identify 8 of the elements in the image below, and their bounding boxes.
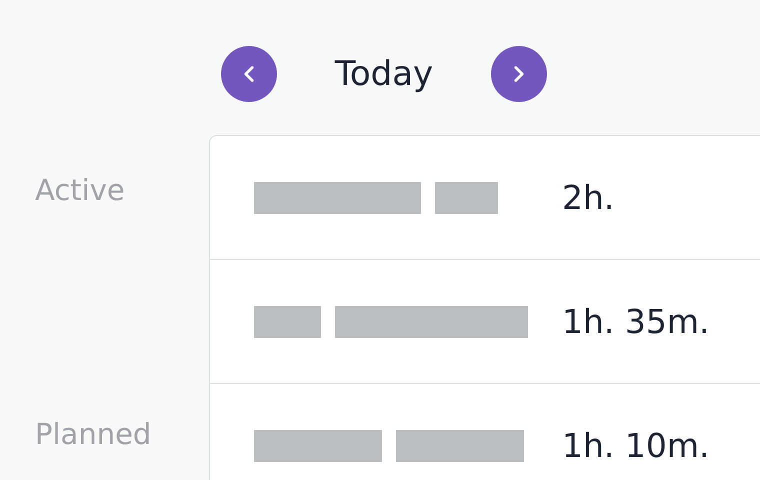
duration-text: 1h. 35m. <box>562 302 710 341</box>
section-label: Planned <box>35 417 152 451</box>
duration-text: 1h. 10m. <box>562 426 710 465</box>
section-label: Active <box>35 173 125 207</box>
date-title: Today <box>334 54 434 94</box>
text-placeholder <box>435 182 498 214</box>
duration-text: 2h. <box>562 178 614 217</box>
text-placeholder <box>254 306 321 338</box>
